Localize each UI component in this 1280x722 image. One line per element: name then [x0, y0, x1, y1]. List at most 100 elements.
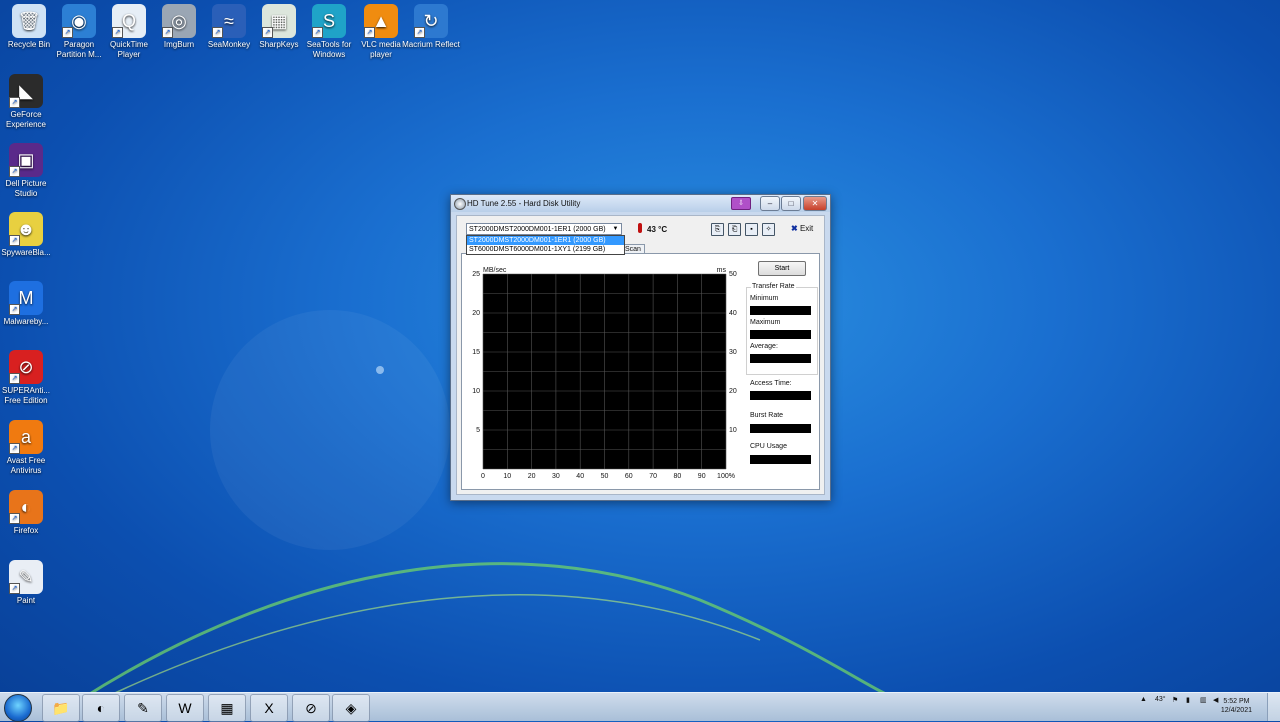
desktop-icon-seatools[interactable]: S ↗ SeaTools for Windows — [300, 4, 358, 60]
recycle-bin-icon: 🗑 — [12, 4, 46, 38]
desktop-icon-malwarebytes[interactable]: M ↗ Malwareby... — [0, 281, 55, 327]
copy-info-icon[interactable]: ⎗ — [728, 223, 741, 236]
desktop-icon-label: SeaTools for Windows — [306, 40, 352, 59]
window-client: ST2000DMST2000DM001-1ER1 (2000 GB) ▼ ST2… — [456, 215, 825, 495]
clock-time: 5:52 PM — [1223, 698, 1250, 705]
superantispyware-taskbar-icon[interactable]: ⊘ — [292, 694, 330, 722]
network-icon[interactable]: ▥ — [1200, 696, 1207, 704]
desktop-icon-label: GeForce Experience — [5, 110, 47, 129]
x-tick-label: 80 — [674, 473, 682, 480]
close-button[interactable]: ✕ — [803, 196, 827, 211]
window-titlebar[interactable]: HD Tune 2.55 - Hard Disk Utility ⇩ – □ ✕ — [451, 195, 830, 212]
y2-tick-label: 30 — [729, 349, 737, 356]
chevron-down-icon[interactable]: ▼ — [611, 225, 620, 233]
explorer-icon[interactable]: 📁 — [42, 694, 80, 722]
shortcut-arrow-icon: ↗ — [212, 27, 223, 38]
x-tick-label: 10 — [503, 473, 511, 480]
x-tick-label: 30 — [552, 473, 560, 480]
minimize-button[interactable]: – — [760, 196, 780, 211]
flag-icon[interactable]: ⚑ — [1172, 696, 1178, 704]
sharpkeys-icon: ▦ ↗ — [262, 4, 296, 38]
desktop-icon-paint[interactable]: ✎ ↗ Paint — [0, 560, 55, 606]
burst-rate-label: Burst Rate — [750, 412, 784, 419]
avast-icon: a ↗ — [9, 420, 43, 454]
thermometer-icon — [638, 223, 642, 233]
hdtune-taskbar-icon[interactable]: ◈ — [332, 694, 370, 722]
firefox-taskbar-icon[interactable]: ◐ — [82, 694, 120, 722]
copy-icon[interactable]: ⎘ — [711, 223, 724, 236]
shortcut-arrow-icon: ↗ — [364, 27, 375, 38]
show-desktop-button[interactable] — [1267, 693, 1280, 721]
dell-picture-studio-icon: ▣ ↗ — [9, 143, 43, 177]
word-icon[interactable]: W — [166, 694, 204, 722]
exit-icon: ✖ — [791, 224, 798, 233]
start-button[interactable]: Start — [758, 261, 806, 276]
x-tick-label: 40 — [576, 473, 584, 480]
clock[interactable]: 5:52 PM 12/4/2021 — [1221, 697, 1252, 715]
vlc-icon: ▲ ↗ — [364, 4, 398, 38]
benchmark-chart: 25 20 15 10 5 50 40 30 20 10 0 10 20 30 40 50 60 70 80 90 10… — [472, 267, 737, 480]
desktop-icon-superantispyware[interactable]: ⊘ ↗ SUPERAnti... Free Edition — [0, 350, 55, 406]
x-tick-label: 50 — [601, 473, 609, 480]
shortcut-arrow-icon: ↗ — [162, 27, 173, 38]
shortcut-arrow-icon: ↗ — [9, 583, 20, 594]
transfer-rate-group: Transfer Rate Minimum Maximum Average: — [746, 283, 818, 375]
desktop-icon-label: Paint — [16, 596, 36, 605]
x-tick-label: 70 — [649, 473, 657, 480]
shortcut-arrow-icon: ↗ — [9, 513, 20, 524]
y2-tick-label: 40 — [729, 310, 737, 317]
shortcut-arrow-icon: ↗ — [112, 27, 123, 38]
volume-icon[interactable]: ◀ — [1213, 696, 1218, 704]
y-tick-label: 5 — [476, 427, 480, 434]
drive-select[interactable]: ST2000DMST2000DM001-1ER1 (2000 GB) ▼ — [466, 223, 622, 235]
desktop-icon-geforce[interactable]: ◣ ↗ GeForce Experience — [0, 74, 55, 130]
drive-dropdown-list[interactable]: ST2000DMST2000DM001-1ER1 (2000 GB) ST600… — [466, 235, 625, 255]
desktop-icon-label: SUPERAnti... Free Edition — [1, 386, 50, 405]
shortcut-arrow-icon: ↗ — [9, 443, 20, 454]
exit-button[interactable]: ✖ Exit — [791, 224, 813, 233]
y-tick-label: 10 — [472, 388, 480, 395]
drive-option[interactable]: ST2000DMST2000DM001-1ER1 (2000 GB) — [467, 236, 624, 245]
drive-select-value: ST2000DMST2000DM001-1ER1 (2000 GB) — [469, 226, 606, 233]
desktop-icon-firefox[interactable]: ◐ ↗ Firefox — [0, 490, 55, 536]
save-icon[interactable]: ▪ — [745, 223, 758, 236]
desktop-icon-dell-picture-studio[interactable]: ▣ ↗ Dell Picture Studio — [0, 143, 55, 199]
y2-axis-label: ms — [717, 267, 727, 274]
y2-tick-label: 50 — [729, 271, 737, 278]
drive-option[interactable]: ST6000DMST6000DM001-1XY1 (2199 GB) — [467, 245, 624, 254]
burst-rate-value — [750, 424, 811, 433]
maximize-button[interactable]: □ — [781, 196, 801, 211]
shortcut-arrow-icon: ↗ — [9, 97, 20, 108]
benchmark-panel: 25 20 15 10 5 50 40 30 20 10 0 10 20 30 40 50 60 70 80 90 10… — [461, 253, 820, 490]
superantispyware-icon: ⊘ ↗ — [9, 350, 43, 384]
hdtune-window[interactable]: HD Tune 2.55 - Hard Disk Utility ⇩ – □ ✕… — [450, 194, 831, 501]
shortcut-arrow-icon: ↗ — [262, 27, 273, 38]
desktop-icon-avast[interactable]: a ↗ Avast Free Antivirus — [0, 420, 55, 476]
seamonkey-icon: ≈ ↗ — [212, 4, 246, 38]
access-time-label: Access Time: — [750, 380, 792, 387]
network-app-icon[interactable]: ▦ — [208, 694, 246, 722]
x-tick-label: 0 — [481, 473, 485, 480]
tray-chevron-icon[interactable]: ▲ — [1140, 696, 1147, 703]
start-button-orb[interactable] — [4, 694, 32, 722]
y-tick-label: 20 — [472, 310, 480, 317]
minimum-label: Minimum — [750, 295, 779, 302]
power-icon[interactable]: ▮ — [1186, 696, 1190, 704]
exit-label: Exit — [799, 224, 814, 233]
firefox-icon: ◐ ↗ — [9, 490, 43, 524]
desktop-icon-macrium[interactable]: ↻ ↗ Macrium Reflect — [402, 4, 460, 50]
weather-readout[interactable]: 43° — [1155, 696, 1166, 703]
purple-download-icon[interactable]: ⇩ — [731, 197, 751, 210]
seatools-icon: S ↗ — [312, 4, 346, 38]
desktop-icon-label: SpywareBla... — [1, 248, 51, 257]
desktop-icon-spywareblaster[interactable]: ☻ ↗ SpywareBla... — [0, 212, 55, 258]
excel-icon[interactable]: X — [250, 694, 288, 722]
access-time-value — [750, 391, 811, 400]
options-icon[interactable]: ✧ — [762, 223, 775, 236]
y-axis-label: MB/sec — [483, 267, 507, 274]
malwarebytes-icon: M ↗ — [9, 281, 43, 315]
paint-taskbar-icon[interactable]: ✎ — [124, 694, 162, 722]
quicktime-icon: Q ↗ — [112, 4, 146, 38]
y2-tick-label: 20 — [729, 388, 737, 395]
y2-tick-label: 10 — [729, 427, 737, 434]
